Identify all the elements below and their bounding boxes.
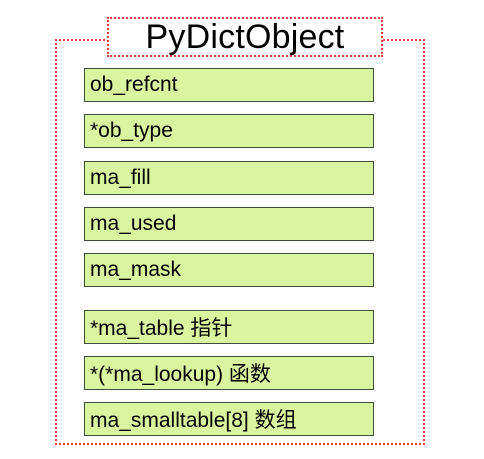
field-ma-table: *ma_table 指针 (84, 310, 374, 344)
field-ob-type: *ob_type (84, 114, 374, 148)
field-ma-smalltable: ma_smalltable[8] 数组 (84, 402, 374, 436)
field-ma-mask: ma_mask (84, 253, 374, 287)
field-ma-fill: ma_fill (84, 161, 374, 195)
field-ma-lookup: *(*ma_lookup) 函数 (84, 356, 374, 390)
struct-title-box: PyDictObject (107, 17, 383, 57)
struct-title: PyDictObject (145, 18, 345, 56)
field-ma-used: ma_used (84, 207, 374, 241)
field-ob-refcnt: ob_refcnt (84, 68, 374, 102)
